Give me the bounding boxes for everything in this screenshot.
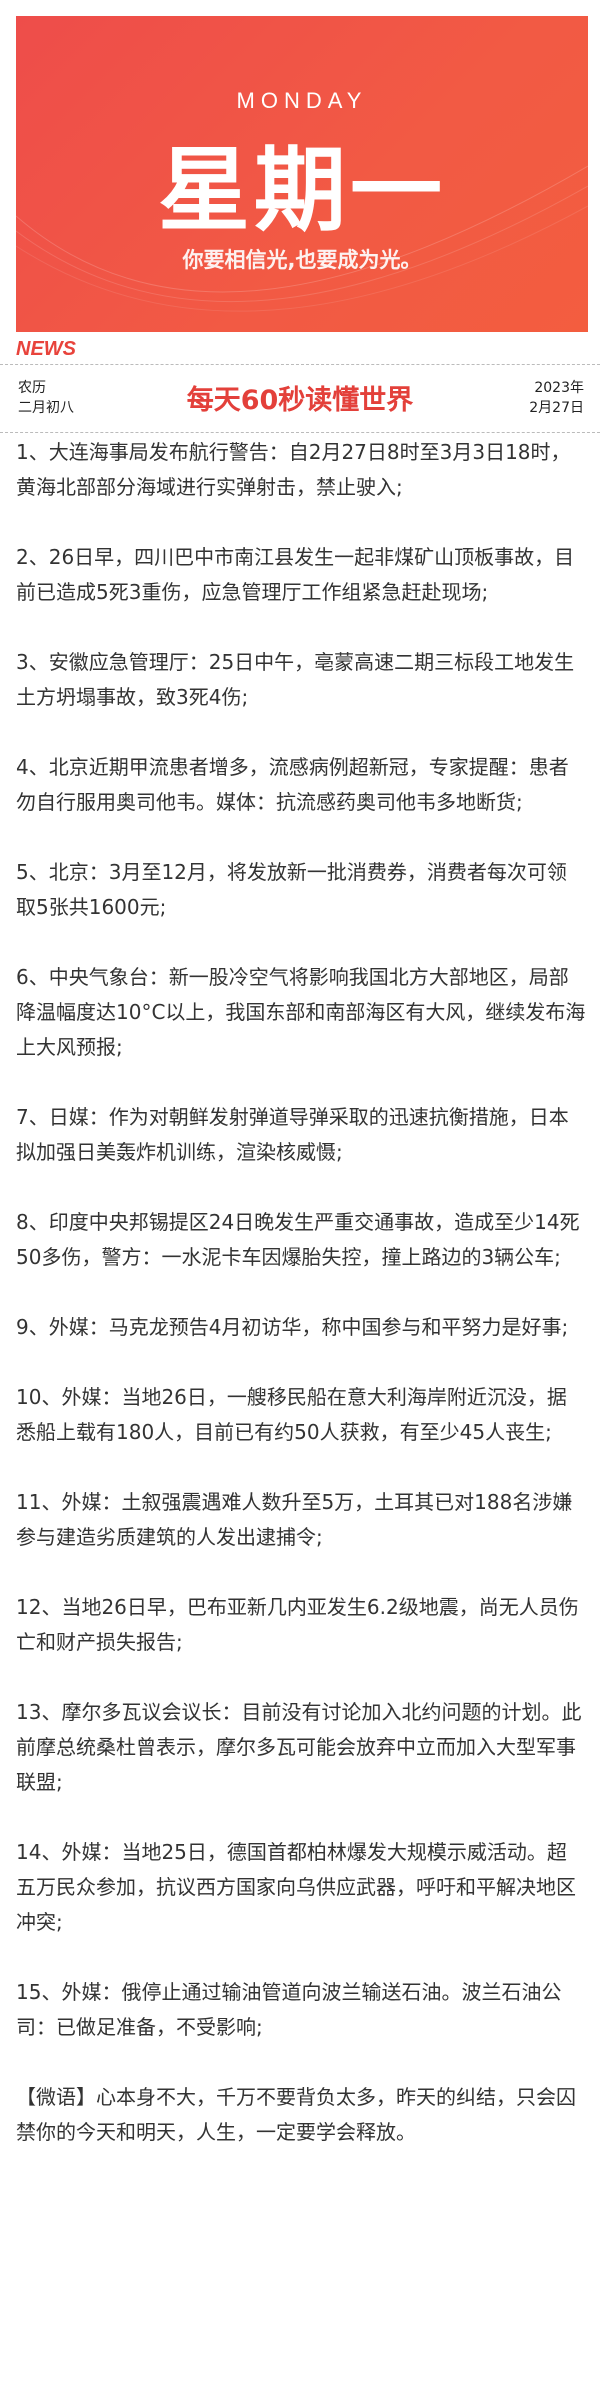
news-item: 10、外媒：当地26日，一艘移民船在意大利海岸附近沉没，据悉船上载有180人，目…: [16, 1385, 567, 1444]
news-item: 4、北京近期甲流患者增多，流感病例超新冠，专家提醒：患者勿自行服用奥司他韦。媒体…: [16, 755, 569, 814]
news-item: 1、大连海事局发布航行警告：自2月27日8时至3月3日18时，黄海北部部分海域进…: [16, 440, 571, 499]
page-title: 每天60秒读懂世界: [186, 385, 414, 416]
news-item: 3、安徽应急管理厅：25日中午，亳蒙高速二期三标段工地发生土方坍塌事故，致3死4…: [16, 650, 575, 709]
news-item: 6、中央气象台：新一股冷空气将影响我国北方大部地区，局部降温幅度达10°C以上，…: [16, 965, 586, 1059]
news-item: 15、外媒：俄停止通过输油管道向波兰输送石油。波兰石油公司：已做足准备，不受影响…: [16, 1980, 562, 2039]
news-item: 14、外媒：当地25日，德国首都柏林爆发大规模示威活动。超五万民众参加，抗议西方…: [16, 1840, 576, 1934]
divider: [0, 364, 600, 365]
quote-item: 【微语】心本身不大，千万不要背负太多，昨天的纠结，只会囚禁你的今天和明天，人生，…: [16, 2085, 576, 2144]
news-item: 13、摩尔多瓦议会议长：目前没有讨论加入北约问题的计划。此前摩总统桑杜曾表示，摩…: [16, 1700, 582, 1794]
year: 2023年: [534, 380, 584, 396]
divider: [0, 432, 600, 433]
news-item: 2、26日早，四川巴中市南江县发生一起非煤矿山顶板事故，目前已造成5死3重伤，应…: [16, 545, 575, 604]
news-item: 11、外媒：土叙强震遇难人数升至5万，土耳其已对188名涉嫌参与建造劣质建筑的人…: [16, 1490, 573, 1549]
news-item: 5、北京：3月至12月，将发放新一批消费券，消费者每次可领取5张共1600元;: [16, 860, 567, 919]
weekday-banner: MONDAY 星期一 你要相信光,也要成为光。: [16, 16, 588, 332]
weekday-english: MONDAY: [236, 88, 368, 113]
weekday-chinese: 星期一: [157, 137, 446, 244]
news-list: 1、大连海事局发布航行警告：自2月27日8时至3月3日18时，黄海北部部分海域进…: [16, 435, 586, 2185]
news-label: NEWS: [16, 338, 76, 360]
gregorian-date: 2023年 2月27日: [529, 378, 584, 418]
news-item: 7、日媒：作为对朝鲜发射弹道导弹采取的迅速抗衡措施，日本拟加强日美轰炸机训练，渲…: [16, 1105, 569, 1164]
news-item: 12、当地26日早，巴布亚新几内亚发生6.2级地震，尚无人员伤亡和财产损失报告;: [16, 1595, 579, 1654]
motto: 你要相信光,也要成为光。: [182, 248, 422, 272]
news-item: 9、外媒：马克龙预告4月初访华，称中国参与和平努力是好事;: [16, 1315, 569, 1339]
news-item: 8、印度中央邦锡提区24日晚发生严重交通事故，造成至少14死50多伤，警方：一水…: [16, 1210, 580, 1269]
month-day: 2月27日: [529, 400, 584, 416]
